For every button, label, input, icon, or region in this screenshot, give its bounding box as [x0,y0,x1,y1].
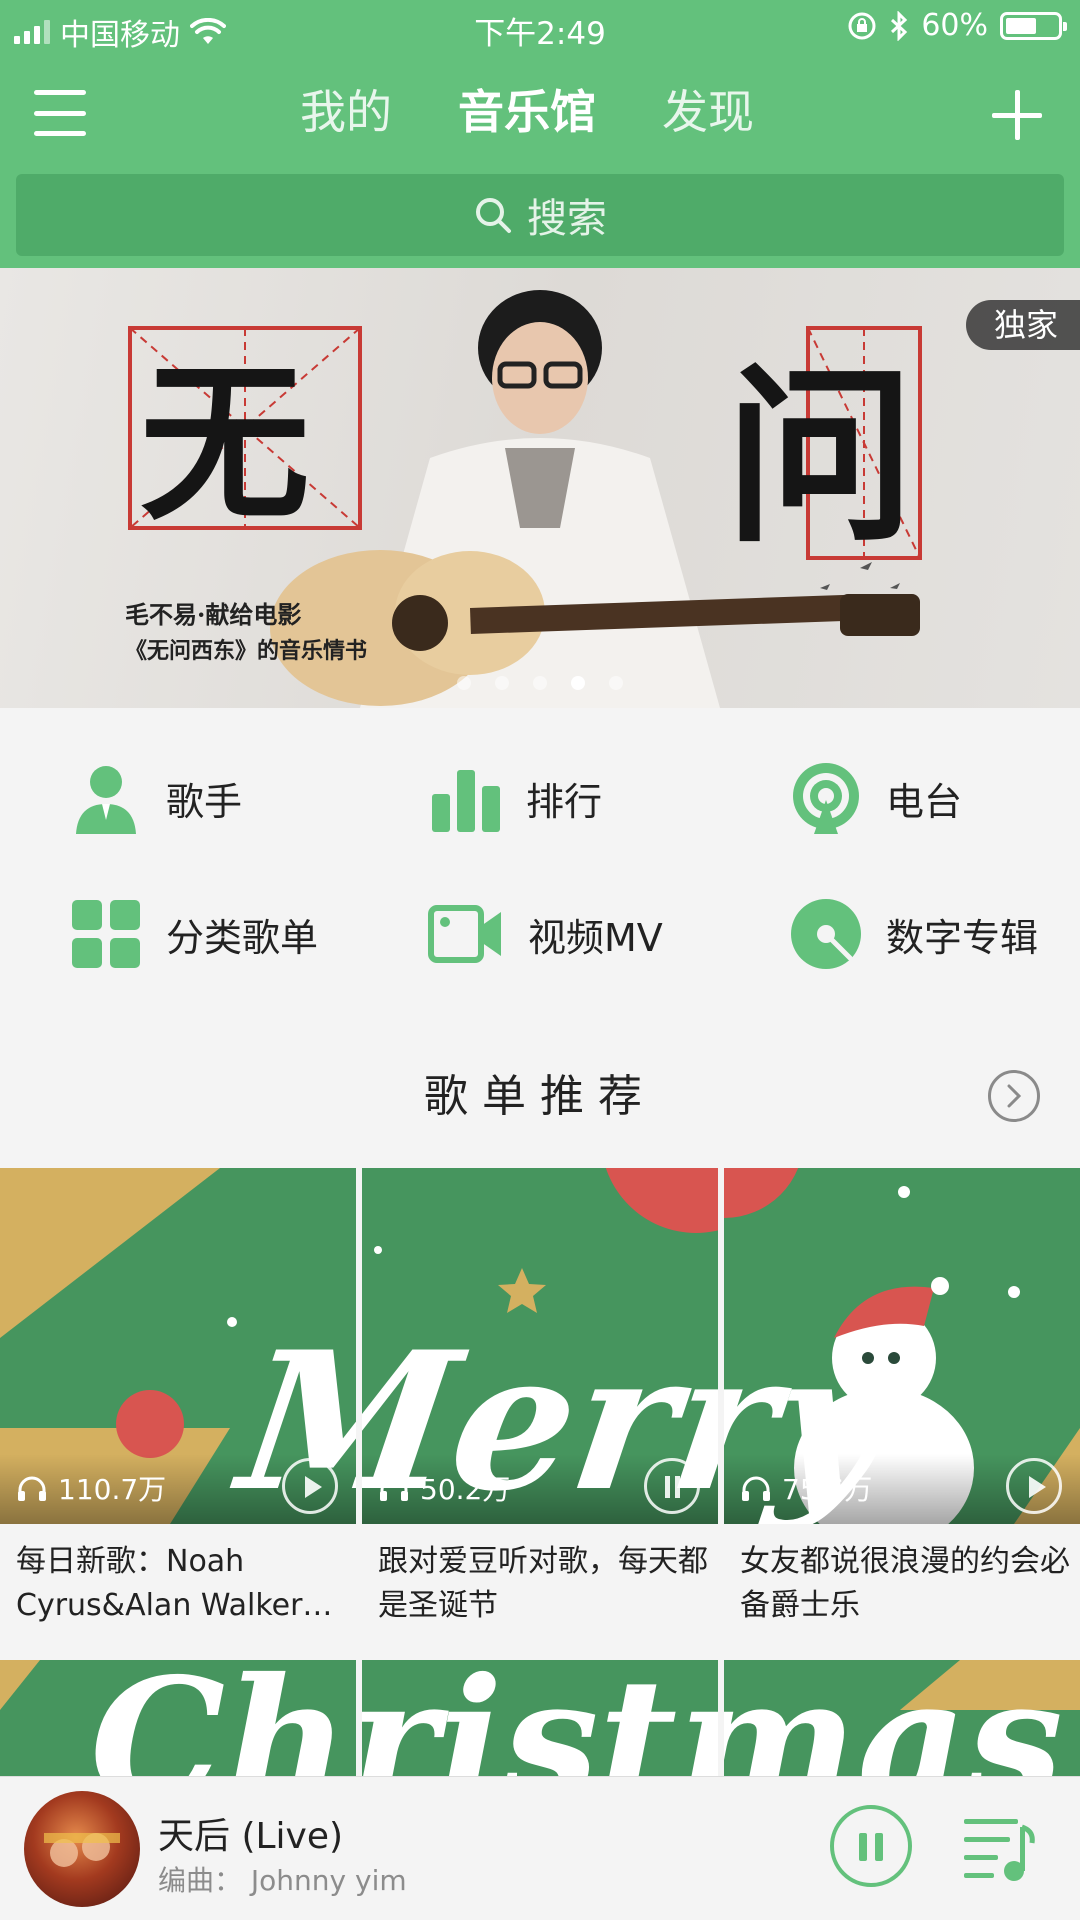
playlist-card[interactable]: 110.7万 [0,1168,356,1524]
playlist-title[interactable]: 每日新歌：Noah Cyrus&Alan Walker… [16,1540,356,1628]
mini-player[interactable]: 天后 (Live) 编曲： Johnny yim [0,1776,1080,1920]
playlist-queue-icon[interactable] [962,1813,1036,1883]
pause-button[interactable] [644,1458,700,1514]
banner-char-left: 无 [140,344,310,544]
tab-discover[interactable]: 发现 [662,80,754,144]
search-placeholder: 搜索 [527,196,607,242]
top-nav: 我的 音乐馆 发现 [0,68,1080,158]
headphones-icon [18,1476,46,1501]
play-count: 75.6万 [740,1468,872,1508]
album-art[interactable] [24,1791,140,1907]
chart-icon [432,770,500,832]
exclusive-badge: 独家 [965,300,1080,350]
section-more-button[interactable] [988,1070,1040,1122]
play-count-value: 110.7万 [58,1473,167,1506]
add-icon[interactable] [992,90,1042,140]
song-title: 天后 (Live) [158,1816,344,1857]
category-digital-album[interactable]: 数字专辑 [788,894,1038,974]
play-button[interactable] [1006,1458,1062,1514]
app-header: 中国移动 下午2:49 60% 我的 音乐馆 发现 搜索 [0,0,1080,268]
playlist-card[interactable]: 50.2万 [362,1168,718,1524]
section-title: 歌单推荐 [424,1071,656,1122]
play-count: 50.2万 [378,1468,510,1508]
playlist-cards-row2: Christmas [0,1660,1080,1776]
svg-text:Christmas: Christmas [90,1660,1063,1776]
playlist-title[interactable]: 跟对爱豆听对歌，每天都是圣诞节 [378,1540,718,1628]
card-divider [718,1168,724,1524]
rotation-lock-icon [848,12,876,39]
play-count: 110.7万 [16,1468,166,1508]
category-rank[interactable]: 排行 [428,758,602,838]
play-count-value: 50.2万 [420,1473,511,1506]
carousel-indicator [0,676,1080,690]
bluetooth-icon [891,10,908,41]
play-button[interactable] [282,1458,338,1514]
category-playlists[interactable]: 分类歌单 [68,894,318,974]
category-label: 分类歌单 [166,915,319,960]
chevron-right-icon [1007,1084,1022,1108]
singer-icon [76,766,136,834]
banner-carousel[interactable]: 无 问 毛不易·献给电影 《无问西东》的音乐情书 独家 [0,268,1080,708]
menu-icon[interactable] [34,90,86,136]
banner-title-art: 无 问 毛不易·献给电影 《无问西东》的音乐情书 [125,344,915,664]
category-label: 视频MV [528,915,663,960]
pause-button[interactable] [830,1805,912,1887]
banner-caption-line2: 《无问西东》的音乐情书 [125,638,367,664]
banner-char-right: 问 [725,345,915,568]
category-mv[interactable]: 视频MV [424,894,663,974]
top-tabs: 我的 音乐馆 发现 [300,80,754,144]
status-bar: 中国移动 下午2:49 60% [0,0,1080,54]
song-credit: 编曲： Johnny yim [158,1864,407,1897]
category-radio[interactable]: 电台 [788,758,962,838]
tab-mine[interactable]: 我的 [300,80,392,144]
category-singer[interactable]: 歌手 [68,758,242,838]
category-label: 数字专辑 [886,915,1039,960]
category-label: 排行 [526,779,603,824]
carousel-dot[interactable] [495,676,509,690]
card-divider [356,1168,362,1524]
album-art-image [44,1833,120,1867]
tab-music-hall[interactable]: 音乐馆 [458,80,596,144]
carousel-dot[interactable] [571,676,585,690]
playlist-title[interactable]: 女友都说很浪漫的约会必备爵士乐 [740,1540,1080,1628]
status-right: 60% [847,8,1067,43]
play-count-value: 75.6万 [782,1473,873,1506]
battery-percent: 60% [921,8,988,43]
album-icon [791,899,861,969]
row2-cover-art: Christmas [0,1660,1080,1776]
headphones-icon [380,1476,408,1501]
carousel-dot[interactable] [533,676,547,690]
search-bar[interactable]: 搜索 [16,174,1064,256]
video-icon [428,905,501,963]
search-icon [476,198,511,233]
category-label: 电台 [886,779,963,824]
playlist-card[interactable]: 75.6万 [724,1168,1080,1524]
headphones-icon [742,1476,770,1501]
category-icon [72,900,140,968]
battery-icon [1000,11,1067,40]
category-label: 歌手 [166,779,243,824]
carousel-dot[interactable] [609,676,623,690]
banner-caption-line1: 毛不易·献给电影 [125,600,301,629]
radio-icon [793,763,859,834]
playlist-cards: 110.7万 50.2万 75.6万 Merry [0,1168,1080,1524]
carousel-dot[interactable] [457,676,471,690]
